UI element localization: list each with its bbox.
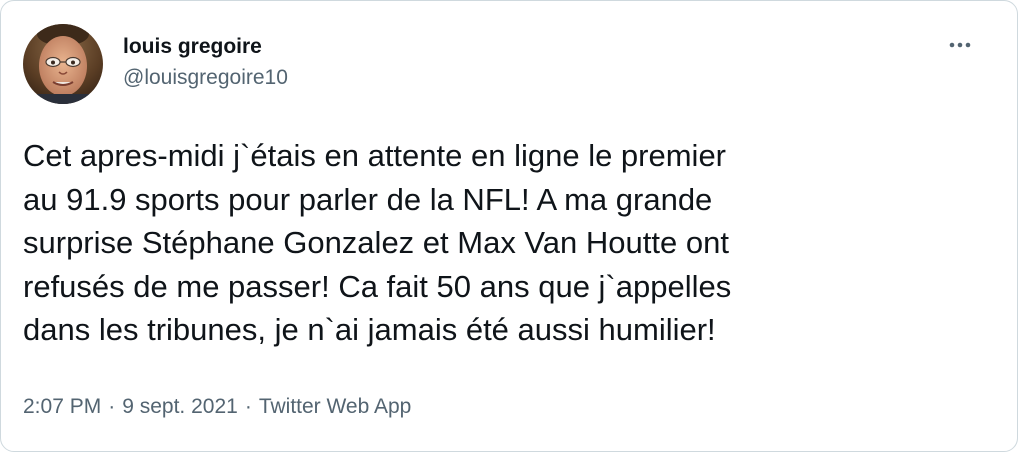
- display-name[interactable]: louis gregoire: [123, 33, 288, 61]
- more-options-button[interactable]: [943, 31, 977, 59]
- tweet-card: louis gregoire @louisgregoire10 Cet apre…: [0, 0, 1018, 452]
- tweet-text: Cet apres-midi j`étais en attente en lig…: [23, 138, 732, 347]
- meta-separator: ·: [244, 395, 252, 418]
- tweet-date[interactable]: 9 sept. 2021: [122, 393, 238, 421]
- meta-separator: ·: [108, 395, 116, 418]
- user-meta: louis gregoire @louisgregoire10: [123, 33, 288, 92]
- more-horizontal-icon: [949, 42, 971, 48]
- tweet-time[interactable]: 2:07 PM: [23, 393, 101, 421]
- avatar[interactable]: [23, 24, 103, 104]
- tweet-header: louis gregoire @louisgregoire10: [23, 24, 288, 104]
- user-handle[interactable]: @louisgregoire10: [123, 64, 288, 92]
- avatar-photo: [23, 24, 103, 104]
- tweet-meta: 2:07 PM · 9 sept. 2021 · Twitter Web App: [23, 393, 411, 421]
- tweet-source[interactable]: Twitter Web App: [259, 393, 412, 421]
